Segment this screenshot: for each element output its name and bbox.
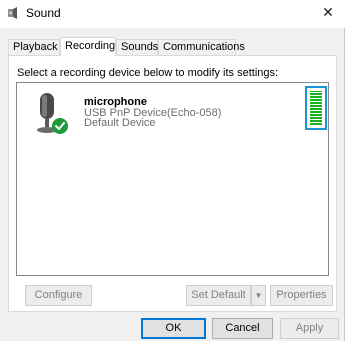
set-default-dropdown[interactable]: ▼ bbox=[251, 285, 266, 306]
sound-dialog: Sound ✕ Playback Recording Sounds Commun… bbox=[0, 0, 345, 341]
configure-button[interactable]: Configure bbox=[25, 285, 92, 306]
tab-playback[interactable]: Playback bbox=[8, 39, 60, 55]
properties-button[interactable]: Properties bbox=[270, 285, 333, 306]
tab-recording[interactable]: Recording bbox=[60, 37, 116, 56]
close-button[interactable]: ✕ bbox=[313, 0, 343, 24]
title-bar[interactable]: Sound ✕ bbox=[0, 0, 345, 28]
ok-button[interactable]: OK bbox=[141, 318, 206, 339]
speaker-icon bbox=[8, 7, 17, 19]
checkmark-icon bbox=[52, 118, 68, 134]
apply-button[interactable]: Apply bbox=[280, 318, 339, 339]
window-title: Sound bbox=[26, 6, 61, 20]
tab-sounds[interactable]: Sounds bbox=[116, 39, 158, 55]
close-icon: ✕ bbox=[322, 4, 334, 20]
microphone-icon bbox=[37, 93, 68, 134]
device-status: Default Device bbox=[84, 117, 156, 129]
chevron-down-icon: ▼ bbox=[254, 291, 263, 300]
tab-communications[interactable]: Communications bbox=[158, 39, 245, 55]
level-meter bbox=[305, 86, 327, 130]
set-default-button[interactable]: Set Default bbox=[186, 285, 251, 306]
cancel-button[interactable]: Cancel bbox=[212, 318, 273, 339]
instruction-text: Select a recording device below to modif… bbox=[17, 67, 279, 79]
level-meter-fill bbox=[310, 91, 322, 125]
